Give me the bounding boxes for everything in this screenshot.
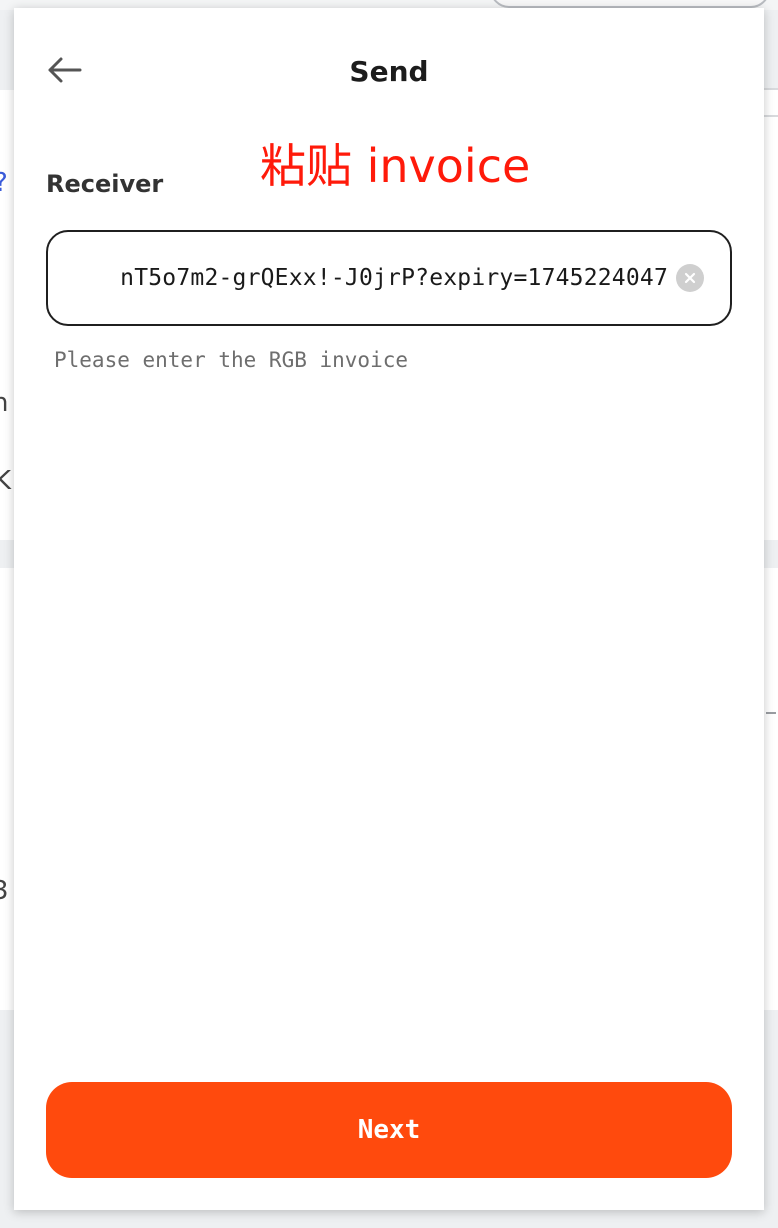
receiver-input[interactable]: nT5o7m2-grQExx!-J0jrP?expiry=1745224047 — [46, 230, 732, 326]
background-search-pill — [490, 0, 770, 8]
paste-invoice-annotation: 粘贴 invoice — [260, 139, 531, 193]
background-text-fragment: ? — [0, 170, 8, 196]
receiver-label: Receiver — [46, 170, 164, 198]
background-text-fragment: K — [0, 466, 12, 496]
page-title: Send — [349, 55, 429, 88]
background-dash — [766, 712, 776, 714]
send-dialog: Send 粘贴 invoice Receiver nT5o7m2-grQExx!… — [14, 8, 764, 1210]
receiver-helper-text: Please enter the RGB invoice — [54, 348, 409, 372]
next-button[interactable]: Next — [46, 1082, 732, 1178]
background-divider — [764, 115, 778, 117]
background-divider — [764, 88, 778, 90]
receiver-input-value[interactable]: nT5o7m2-grQExx!-J0jrP?expiry=1745224047 — [64, 232, 668, 324]
close-circle-icon — [684, 269, 696, 288]
background-text-fragment: n — [0, 388, 9, 418]
clear-input-button[interactable] — [676, 264, 704, 292]
dialog-header: Send — [14, 8, 764, 134]
background-text-fragment: 3 — [0, 876, 9, 906]
